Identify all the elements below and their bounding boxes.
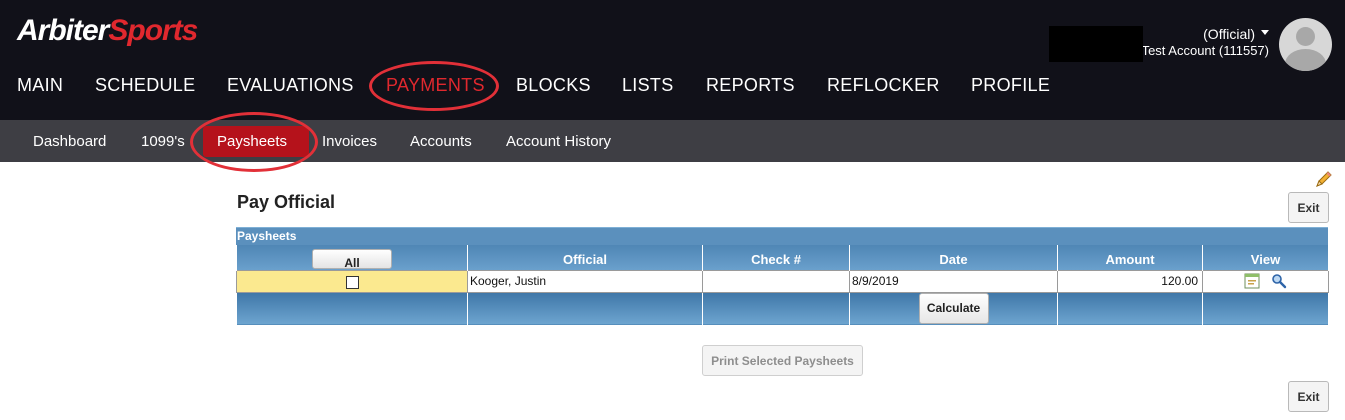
table-row: Kooger, Justin 8/9/2019 120.00: [236, 269, 1329, 293]
nav-blocks[interactable]: BLOCKS: [516, 75, 591, 96]
grid-caption: Paysheets: [236, 227, 1328, 245]
col-view-header: View: [1202, 245, 1329, 270]
cell-check: [702, 269, 850, 293]
magnify-icon[interactable]: [1271, 273, 1287, 289]
paysheets-grid: Paysheets All Official Check # Date Amou…: [236, 227, 1329, 325]
col-select-header: All: [236, 245, 468, 270]
cell-amount: 120.00: [1057, 269, 1203, 293]
page-title: Pay Official: [237, 192, 336, 212]
nav-payments[interactable]: PAYMENTS: [386, 75, 485, 96]
paysheets-table: All Official Check # Date Amount View Ko…: [236, 245, 1329, 325]
subnav-invoices[interactable]: Invoices: [322, 133, 377, 150]
subnav-1099s[interactable]: 1099's: [141, 133, 185, 150]
cell-official: Kooger, Justin: [467, 269, 703, 293]
table-footer-row: Calculate: [236, 292, 1329, 325]
cell-date: 8/9/2019: [849, 269, 1058, 293]
nav-schedule[interactable]: SCHEDULE: [95, 75, 195, 96]
col-date-header: Date: [849, 245, 1058, 270]
pencil-icon[interactable]: [1313, 170, 1333, 190]
account-role: (Official): [1203, 26, 1255, 42]
subnav-accounts[interactable]: Accounts: [410, 133, 472, 150]
account-name: Test Account (111557): [1141, 43, 1269, 58]
table-header-row: All Official Check # Date Amount View: [236, 245, 1329, 270]
caret-down-icon: [1261, 30, 1269, 36]
row-select-cell: [236, 269, 468, 293]
subnav-paysheets[interactable]: Paysheets: [217, 133, 287, 150]
col-official-header: Official: [467, 245, 703, 270]
col-amount-header: Amount: [1057, 245, 1203, 270]
sub-nav: Dashboard 1099's Paysheets Invoices Acco…: [0, 120, 1345, 162]
redacted-name: [1048, 26, 1143, 62]
nav-lists[interactable]: LISTS: [622, 75, 674, 96]
col-check-header: Check #: [702, 245, 850, 270]
cell-view: [1202, 269, 1329, 293]
account-menu[interactable]: (Official) Test Account (111557): [1048, 26, 1269, 62]
nav-evaluations[interactable]: EVALUATIONS: [227, 75, 354, 96]
nav-reflocker[interactable]: REFLOCKER: [827, 75, 940, 96]
paysheet-document-icon[interactable]: [1244, 273, 1260, 289]
nav-reports[interactable]: REPORTS: [706, 75, 795, 96]
arbitersports-logo[interactable]: ArbiterSports: [17, 14, 198, 48]
print-selected-paysheets-button[interactable]: Print Selected Paysheets: [702, 345, 863, 376]
subnav-dashboard[interactable]: Dashboard: [33, 133, 106, 150]
nav-profile[interactable]: PROFILE: [971, 75, 1050, 96]
top-header: ArbiterSports (Official) Test Account (1…: [0, 0, 1345, 120]
subnav-account-history[interactable]: Account History: [506, 133, 611, 150]
exit-button-bottom[interactable]: Exit: [1288, 381, 1329, 412]
avatar[interactable]: [1279, 18, 1332, 71]
exit-button-top[interactable]: Exit: [1288, 192, 1329, 223]
calculate-button[interactable]: Calculate: [918, 293, 989, 325]
select-all-button[interactable]: All: [312, 248, 392, 270]
nav-main[interactable]: MAIN: [17, 75, 63, 96]
row-checkbox[interactable]: [345, 276, 359, 289]
